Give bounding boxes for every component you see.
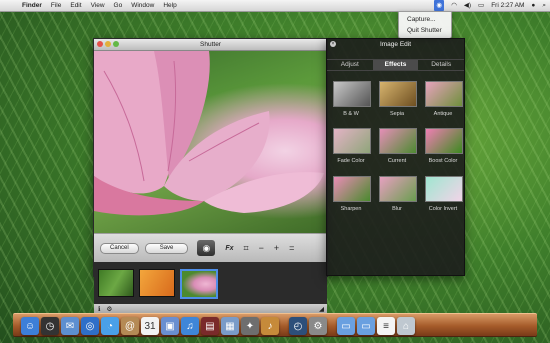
effect-preview [379,176,417,202]
system-preferences-icon[interactable]: ⚙ [309,317,327,335]
cancel-button[interactable]: Cancel [100,242,139,254]
effect-label: Blur [392,206,402,212]
effects-fx-button[interactable]: Fx [225,245,233,252]
image-edit-tabs: Adjust Effects Details [327,59,464,71]
finder-icon[interactable]: ☺ [21,317,39,335]
lotus-image [94,51,324,216]
save-button[interactable]: Save [144,242,189,254]
effect-antique[interactable]: Antique [425,81,463,117]
thumbnail-item[interactable] [139,269,175,297]
effect-label: Color Invert [428,206,458,212]
menu-item-quit-shutter[interactable]: Quit Shutter [399,25,451,36]
effect-bw[interactable]: B & W [333,81,371,117]
shutter-window: Shutter Cancel Save ◉ Fx ⌗ − + = ℹ ⚙ ◢ [93,38,328,313]
window-title: Shutter [200,41,221,48]
mail-icon[interactable]: ✉ [61,317,79,335]
ichat-icon[interactable]: ◔ [101,317,119,335]
effect-preview [425,128,463,154]
zoom-button[interactable] [113,41,119,47]
menu-file[interactable]: File [51,2,61,9]
address-book-icon[interactable]: @ [121,317,139,335]
effect-label: Current [387,158,407,164]
ical-icon[interactable]: 31 [141,317,159,335]
effect-label: B & W [343,111,359,117]
safari-icon[interactable]: ◎ [81,317,99,335]
battery-icon[interactable]: ▭ [478,0,484,11]
menu-view[interactable]: View [91,2,105,9]
minimize-button[interactable] [105,41,111,47]
effect-boost-color[interactable]: Boost Color [425,128,463,164]
shutter-menu-dropdown: Capture... Quit Shutter [398,11,452,39]
iphoto-icon[interactable]: ▦ [221,317,239,335]
effect-preview [333,128,371,154]
effect-current[interactable]: Current [379,128,417,164]
equals-icon[interactable]: = [289,243,294,253]
effect-label: Fade Color [337,158,365,164]
effect-preview [333,81,371,107]
thumbnail-item[interactable] [98,269,134,297]
shutter-titlebar[interactable]: Shutter [94,39,327,51]
effect-preview [333,176,371,202]
thumbnail-item-selected[interactable] [180,269,218,299]
menu-help[interactable]: Help [163,2,176,9]
shutter-status-icon[interactable]: ◉ [434,0,445,11]
menu-finder[interactable]: Finder [22,2,42,9]
image-preview[interactable] [94,51,327,233]
user-icon[interactable]: ● [531,0,535,11]
minus-icon[interactable]: − [259,243,264,253]
effect-preview [425,176,463,202]
effect-label: Sepia [389,111,405,117]
tab-adjust[interactable]: Adjust [327,60,373,70]
effect-sepia[interactable]: Sepia [379,81,417,117]
effect-label: Sharpen [340,206,362,212]
effect-sharpen[interactable]: Sharpen [333,176,371,212]
menu-bar: Finder File Edit View Go Window Help ◉ ◠… [0,0,550,12]
capture-camera-icon[interactable]: ◉ [197,240,216,256]
menu-edit[interactable]: Edit [70,2,81,9]
thumbnail-filmstrip [94,262,327,304]
dock-separator [281,317,287,335]
spotlight-icon[interactable]: ⌕ [542,0,546,11]
plus-icon[interactable]: + [274,243,279,253]
dashboard-icon[interactable]: ◷ [41,317,59,335]
automator-icon[interactable]: ✦ [241,317,259,335]
image-edit-titlebar[interactable]: × Image Edit [327,39,464,50]
text-document-icon[interactable]: ≡ [377,317,395,335]
close-button[interactable] [97,41,103,47]
tab-details[interactable]: Details [418,60,464,70]
effect-blur[interactable]: Blur [379,176,417,212]
preview-icon[interactable]: ▣ [161,317,179,335]
effect-label: Boost Color [428,158,458,164]
menu-go[interactable]: Go [114,2,123,9]
volume-icon[interactable]: ◀) [464,0,471,11]
photo-booth-icon[interactable]: ▤ [201,317,219,335]
applications-folder-icon[interactable]: ▭ [337,317,355,335]
dock-separator [329,317,335,335]
dock: ☺ ◷ ✉ ◎ ◔ @31 ▣ ♫ ▤ ▦ ✦ ♪ ◴ ⚙ ▭ ▭ ≡ ⌂ [21,307,531,335]
clock[interactable]: Fri 2:27 AM [491,0,524,11]
shutter-toolbar: Cancel Save ◉ Fx ⌗ − + = [94,233,327,262]
effect-color-invert[interactable]: Color Invert [425,176,463,212]
wifi-icon[interactable]: ◠ [451,0,457,11]
crop-icon[interactable]: ⌗ [244,243,249,254]
effect-preview [425,81,463,107]
image-edit-panel: × Image Edit Adjust Effects Details B & … [326,38,465,276]
garageband-icon[interactable]: ♪ [261,317,279,335]
menu-window[interactable]: Window [131,2,154,9]
trash-icon[interactable]: ⌂ [397,317,415,335]
effect-preview [379,81,417,107]
panel-title: Image Edit [379,41,412,48]
effect-preview [379,128,417,154]
effect-label: Antique [433,111,453,117]
effect-fade-color[interactable]: Fade Color [333,128,371,164]
itunes-icon[interactable]: ♫ [181,317,199,335]
documents-folder-icon[interactable]: ▭ [357,317,375,335]
menu-item-capture[interactable]: Capture... [399,14,451,25]
tab-effects[interactable]: Effects [372,60,419,70]
close-icon[interactable]: × [330,41,336,47]
time-machine-icon[interactable]: ◴ [289,317,307,335]
